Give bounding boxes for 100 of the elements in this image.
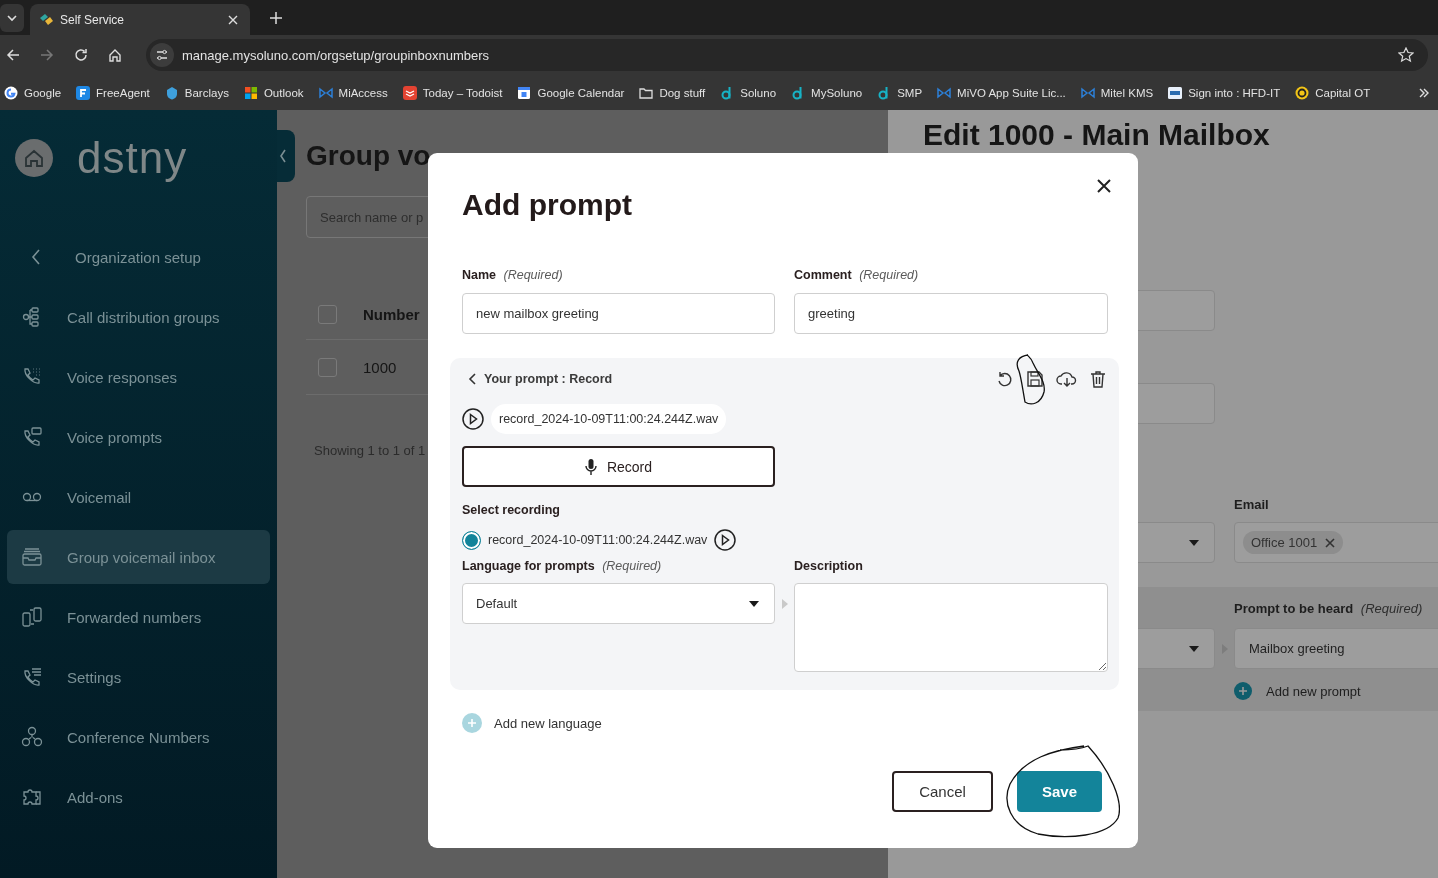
bookmark[interactable]: Dog stuff: [639, 85, 706, 100]
menu-item-icon: [21, 786, 43, 808]
bookmark[interactable]: Google: [4, 85, 62, 100]
close-icon[interactable]: [1097, 179, 1111, 193]
field-label: Name (Required): [462, 268, 564, 282]
nav-item[interactable]: Voice responses: [7, 350, 270, 404]
favicon-icon: [76, 85, 91, 100]
dropdown-icon[interactable]: [0, 3, 24, 32]
bookmark[interactable]: Mitel KMS: [1080, 85, 1154, 100]
bookmark[interactable]: FreeAgent: [76, 85, 150, 100]
favicon-icon: [1295, 85, 1310, 100]
bookmark[interactable]: MiAccess: [318, 85, 388, 100]
checkbox[interactable]: [318, 357, 337, 377]
nav-item[interactable]: Voicemail: [7, 470, 270, 524]
dialog-title: Add prompt: [462, 187, 633, 223]
favicon-icon: [517, 85, 532, 100]
bookmark[interactable]: Sign into : HFD-IT: [1168, 85, 1281, 100]
field-label: Language for prompts (Required): [462, 559, 663, 573]
url-text: manage.mysoluno.com/orgsetup/groupinboxnumbers: [182, 47, 490, 63]
favicon-icon: [639, 85, 654, 100]
save-icon[interactable]: [1026, 370, 1044, 388]
radio-label: record_2024-10-09T11:00:24.244Z.wav: [488, 533, 708, 547]
plus-circle-icon: [1234, 682, 1252, 700]
caret-down-icon: [1188, 644, 1200, 653]
save-button[interactable]: Save: [1017, 771, 1102, 812]
input-field[interactable]: Mailbox greeting: [1234, 628, 1438, 669]
favicon-icon: [402, 85, 417, 100]
checkbox[interactable]: [318, 305, 337, 324]
trash-icon[interactable]: [1090, 370, 1106, 388]
back-icon[interactable]: [6, 48, 20, 62]
play-icon[interactable]: [714, 529, 737, 551]
add-language-link[interactable]: Add new language: [462, 712, 1108, 734]
favicon-icon: [1080, 85, 1095, 100]
menu-item-icon: [21, 426, 43, 448]
chevron-left-icon: [468, 373, 476, 385]
undo-icon[interactable]: [996, 370, 1014, 388]
back-link[interactable]: Your prompt : Record: [462, 372, 613, 386]
site-settings-icon[interactable]: [150, 43, 174, 67]
caret-down-icon: [1188, 538, 1200, 547]
menu-item-icon: [21, 666, 43, 688]
favicon-icon: [1168, 85, 1183, 100]
drawer-title: Edit 1000 - Main Mailbox: [923, 118, 1271, 152]
description-field[interactable]: [794, 583, 1108, 672]
caret-down-icon: [748, 599, 760, 608]
logo-text: dstny: [77, 136, 188, 180]
plus-circle-icon: [462, 713, 482, 733]
table-cell: 1000: [363, 358, 397, 376]
favicon-icon: [38, 11, 54, 28]
menu-item-icon: [21, 606, 43, 628]
nav-item[interactable]: Settings: [7, 650, 270, 704]
nav-item[interactable]: Forwarded numbers: [7, 590, 270, 644]
nav-item[interactable]: Group voicemail inbox: [7, 530, 270, 584]
tag-chip[interactable]: Office 1001: [1243, 531, 1344, 554]
browser-tab[interactable]: Self Service: [30, 4, 250, 35]
cloud-download-icon[interactable]: [1056, 370, 1078, 388]
input-field[interactable]: greeting: [794, 293, 1108, 334]
bookmark[interactable]: MiVO App Suite Lic...: [937, 85, 1066, 100]
forward-icon[interactable]: [40, 48, 54, 62]
bookmark-star-icon[interactable]: [1398, 47, 1414, 63]
radio-button[interactable]: [462, 530, 481, 550]
nav-item[interactable]: Call distribution groups: [7, 290, 270, 344]
nav-item[interactable]: Add-ons: [7, 770, 270, 824]
email-field[interactable]: Office 1001: [1234, 522, 1438, 563]
cancel-button[interactable]: Cancel: [892, 771, 993, 812]
bookmark[interactable]: Barclays: [164, 85, 229, 100]
chevron-double-icon[interactable]: [1418, 86, 1430, 99]
home-icon[interactable]: [108, 48, 122, 62]
bookmark[interactable]: Soluno: [720, 85, 777, 100]
favicon-icon: [318, 85, 333, 100]
bookmark[interactable]: Today – Todoist: [402, 85, 503, 100]
address-bar[interactable]: manage.mysoluno.com/orgsetup/groupinboxnumbers: [146, 39, 1428, 71]
favicon-icon: [937, 85, 952, 100]
add-prompt-link[interactable]: Add new prompt: [1234, 679, 1438, 703]
nav-item[interactable]: Conference Numbers: [7, 710, 270, 764]
new-tab-icon[interactable]: [270, 11, 282, 24]
favicon-icon: [164, 85, 179, 100]
favicon-icon: [4, 85, 18, 100]
nav-item[interactable]: Organization setup: [7, 230, 270, 284]
bookmark[interactable]: SMP: [877, 85, 923, 100]
tab-title: Self Service: [60, 12, 126, 27]
nav-item[interactable]: Voice prompts: [7, 410, 270, 464]
field-label: Description: [794, 559, 864, 573]
bookmark[interactable]: Outlook: [243, 85, 304, 100]
bookmark[interactable]: MySoluno: [791, 85, 863, 100]
field-label: Comment (Required): [794, 268, 920, 282]
field-label: Email: [1234, 497, 1270, 512]
play-icon[interactable]: [462, 408, 484, 430]
triangle-right-icon: [781, 599, 788, 609]
page-title: Group vo: [306, 140, 432, 172]
collapse-tab[interactable]: [277, 130, 295, 182]
section-label: Select recording: [462, 503, 561, 517]
bookmark[interactable]: Google Calendar: [517, 85, 625, 100]
bookmark[interactable]: Capital OT: [1295, 85, 1371, 100]
microphone-icon: [584, 457, 597, 476]
input-field[interactable]: new mailbox greeting: [462, 293, 775, 334]
select-field[interactable]: Default: [462, 583, 775, 624]
record-button[interactable]: Record: [462, 446, 775, 487]
menu-item-icon: [21, 726, 43, 748]
reload-icon[interactable]: [74, 48, 88, 62]
menu-item-icon: [21, 546, 43, 568]
